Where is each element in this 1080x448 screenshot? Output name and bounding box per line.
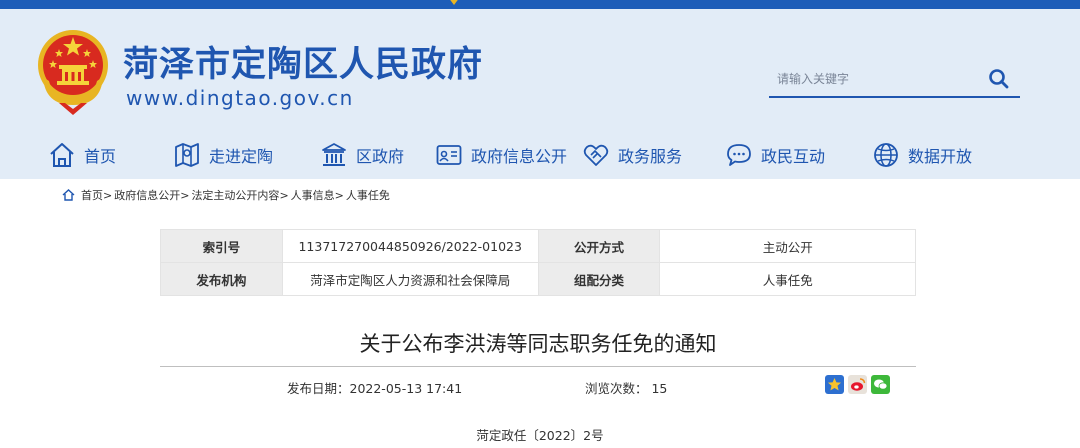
emblem-small-icon <box>450 0 458 5</box>
index-label: 索引号 <box>160 229 283 263</box>
nav-item-home[interactable]: 首页 <box>48 134 116 176</box>
index-value: 113717270044850926/2022-01023 <box>281 229 539 263</box>
breadcrumb-statutory-content[interactable]: 法定主动公开内容 <box>191 187 279 203</box>
nav-label: 数据开放 <box>908 147 973 166</box>
nav-item-services[interactable]: 政务服务 <box>582 134 682 176</box>
title-divider <box>160 366 916 367</box>
nav-label: 走进定陶 <box>209 147 274 166</box>
site-title[interactable]: 菏泽市定陶区人民政府 <box>123 45 483 85</box>
nav-label: 首页 <box>84 147 117 166</box>
document-number: 菏定政任〔2022〕2号 <box>476 428 604 443</box>
site-header: 菏泽市定陶区人民政府 www.dingtao.gov.cn 首页 走进定陶 <box>0 9 1080 179</box>
breadcrumb-personnel-info[interactable]: 人事信息 <box>291 187 335 203</box>
category-value: 人事任免 <box>659 262 916 296</box>
search-box <box>769 64 1020 98</box>
nav-label: 政务服务 <box>618 147 683 166</box>
nav-item-government[interactable]: 区政府 <box>320 134 404 176</box>
top-bar <box>0 0 1080 9</box>
wechat-share-icon[interactable] <box>871 375 890 394</box>
breadcrumb-info-disclosure[interactable]: 政府信息公开 <box>114 187 180 203</box>
table-row: 发布机构 菏泽市定陶区人力资源和社会保障局 组配分类 人事任免 <box>160 262 916 296</box>
breadcrumb-appointments[interactable]: 人事任免 <box>346 187 390 203</box>
category-label: 组配分类 <box>537 262 661 296</box>
issuer-value: 菏泽市定陶区人力资源和社会保障局 <box>281 262 539 296</box>
method-label: 公开方式 <box>537 229 661 263</box>
weibo-share-icon[interactable] <box>848 375 867 394</box>
publish-date: 发布日期：2022-05-13 17:41 <box>287 381 463 396</box>
nav-item-about[interactable]: 走进定陶 <box>173 134 273 176</box>
nav-item-open-data[interactable]: 数据开放 <box>872 134 972 176</box>
site-url[interactable]: www.dingtao.gov.cn <box>126 86 354 110</box>
method-value: 主动公开 <box>659 229 916 263</box>
issuer-label: 发布机构 <box>160 262 283 296</box>
search-icon[interactable] <box>986 66 1012 92</box>
government-building-icon <box>322 143 346 166</box>
share-bar <box>825 375 890 394</box>
metadata-table: 索引号 113717270044850926/2022-01023 公开方式 主… <box>160 229 916 296</box>
qzone-share-icon[interactable] <box>825 375 844 394</box>
view-count: 浏览次数： 15 <box>585 381 668 396</box>
search-input[interactable] <box>777 68 977 90</box>
nav-label: 政民互动 <box>761 147 826 166</box>
main-nav: 首页 走进定陶 区政府 政府信息公开 政务服务 政民互动 数据开放 <box>0 134 1080 176</box>
breadcrumb: 首页 > 政府信息公开 > 法定主动公开内容 > 人事信息 > 人事任免 <box>62 187 390 203</box>
nav-label: 区政府 <box>356 147 405 166</box>
info-board-icon <box>436 145 462 165</box>
article-title: 关于公布李洪涛等同志职务任免的通知 <box>359 332 717 356</box>
map-icon <box>175 143 199 167</box>
handshake-icon <box>583 144 609 166</box>
nav-label: 政府信息公开 <box>471 147 568 166</box>
home-icon <box>62 189 75 201</box>
chat-icon <box>727 144 751 166</box>
table-row: 索引号 113717270044850926/2022-01023 公开方式 主… <box>160 229 916 263</box>
nav-item-info-disclosure[interactable]: 政府信息公开 <box>435 134 567 176</box>
nav-item-interaction[interactable]: 政民互动 <box>725 134 825 176</box>
data-globe-icon <box>874 143 898 167</box>
national-emblem-logo[interactable] <box>35 27 111 117</box>
home-icon <box>50 143 74 167</box>
breadcrumb-home[interactable]: 首页 <box>81 187 103 203</box>
